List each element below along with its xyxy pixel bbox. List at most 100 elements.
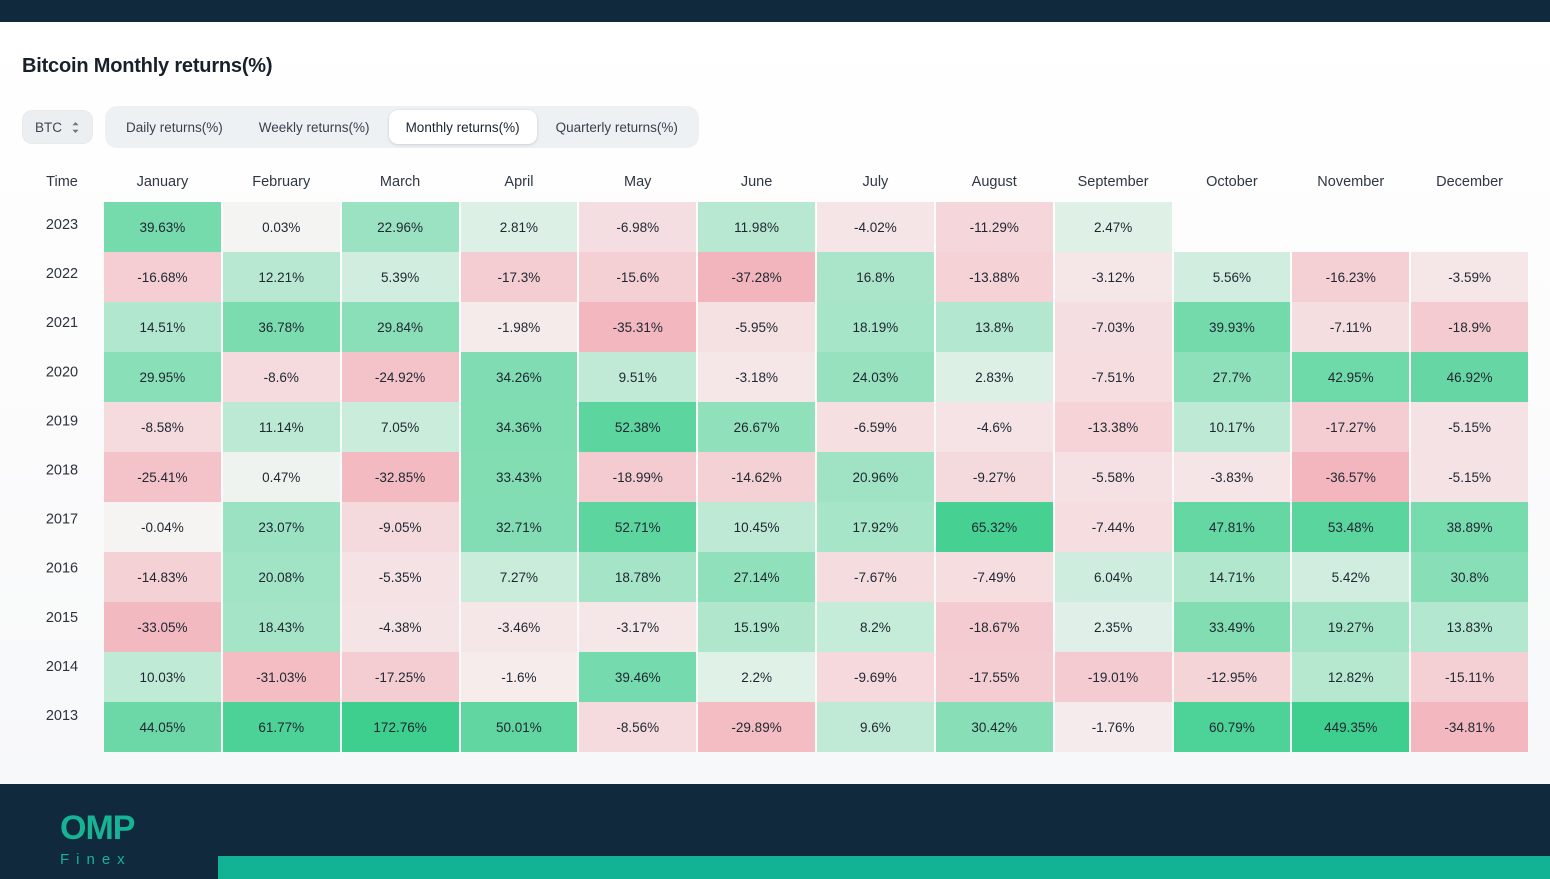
heatmap-cell: 9.6% bbox=[817, 702, 934, 752]
heatmap-cell: -12.95% bbox=[1173, 652, 1291, 702]
heatmap-cell: 11.98% bbox=[698, 202, 815, 252]
tab-quarterly-returns[interactable]: Quarterly returns(%) bbox=[539, 110, 695, 144]
heatmap-cell: 38.89% bbox=[1411, 502, 1528, 552]
heatmap-cell: 2.2% bbox=[698, 652, 815, 702]
heatmap-cell: -14.62% bbox=[698, 452, 815, 502]
brand-logo: OMP Finex bbox=[60, 809, 135, 867]
heatmap-cell: 18.78% bbox=[579, 552, 697, 602]
heatmap-header-july: July bbox=[862, 174, 889, 190]
heatmap-cell: -37.28% bbox=[698, 252, 815, 302]
heatmap-row: 2019 -8.58% 11.14% 7.05% 34.36% 52.38% 26.67% -… bbox=[22, 402, 1528, 452]
heatmap-cell: -16.68% bbox=[104, 252, 221, 302]
heatmap-row-year-label: 2015 bbox=[45, 609, 79, 626]
heatmap-cell: 0.03% bbox=[222, 202, 340, 252]
heatmap-row-year-label: 2018 bbox=[45, 462, 79, 479]
heatmap-cell: -3.18% bbox=[698, 352, 815, 402]
heatmap-cell: -1.6% bbox=[460, 652, 578, 702]
heatmap-cell: 16.8% bbox=[817, 252, 934, 302]
heatmap-row-year: 2021 bbox=[22, 302, 102, 352]
heatmap-cell: -25.41% bbox=[104, 452, 221, 502]
heatmap-cell: -5.95% bbox=[698, 302, 815, 352]
heatmap-cell: -5.15% bbox=[1411, 402, 1528, 452]
heatmap-header-november: November bbox=[1317, 174, 1385, 190]
heatmap-header-august: August bbox=[971, 174, 1017, 190]
heatmap-cell: -7.67% bbox=[817, 552, 934, 602]
heatmap-row: 2017 -0.04% 23.07% -9.05% 32.71% 52.71% 10.45%… bbox=[22, 502, 1528, 552]
heatmap-cell: -8.58% bbox=[104, 402, 221, 452]
heatmap-cell: 47.81% bbox=[1173, 502, 1291, 552]
heatmap-cell: 20.08% bbox=[222, 552, 340, 602]
heatmap-cell: -19.01% bbox=[1054, 652, 1172, 702]
heatmap-row-year: 2022 bbox=[22, 252, 102, 302]
heatmap-cell: 46.92% bbox=[1411, 352, 1528, 402]
heatmap-cell: 14.71% bbox=[1173, 552, 1291, 602]
heatmap-cell: 52.38% bbox=[579, 402, 697, 452]
heatmap-cell: 34.26% bbox=[460, 352, 578, 402]
heatmap-cell: 9.51% bbox=[579, 352, 697, 402]
heatmap-cell: 42.95% bbox=[1292, 352, 1410, 402]
tab-daily-returns[interactable]: Daily returns(%) bbox=[109, 110, 240, 144]
heatmap-cell: 27.14% bbox=[698, 552, 815, 602]
tab-weekly-returns[interactable]: Weekly returns(%) bbox=[242, 110, 387, 144]
heatmap-row-year: 2020 bbox=[22, 352, 102, 402]
heatmap-header-january: January bbox=[136, 174, 189, 190]
heatmap-cell: 2.47% bbox=[1054, 202, 1172, 252]
heatmap-cell: 29.84% bbox=[341, 302, 459, 352]
heatmap-cell: -5.35% bbox=[341, 552, 459, 602]
heatmap-cell: 50.01% bbox=[460, 702, 578, 752]
heatmap-cell: 8.2% bbox=[817, 602, 934, 652]
heatmap-cell: -3.17% bbox=[579, 602, 697, 652]
heatmap-cell: -1.76% bbox=[1054, 702, 1172, 752]
heatmap-cell bbox=[1174, 202, 1291, 252]
heatmap-cell: 23.07% bbox=[222, 502, 340, 552]
heatmap-cell: 2.35% bbox=[1054, 602, 1172, 652]
heatmap-row: 2016 -14.83% 20.08% -5.35% 7.27% 18.78% 27.14%… bbox=[22, 552, 1528, 602]
heatmap-cell: -0.04% bbox=[104, 502, 221, 552]
tab-monthly-returns[interactable]: Monthly returns(%) bbox=[388, 110, 537, 144]
heatmap-cell: -34.81% bbox=[1411, 702, 1528, 752]
heatmap-cell: -16.23% bbox=[1292, 252, 1410, 302]
returns-heatmap: Time January February March April May June July… bbox=[22, 162, 1528, 752]
heatmap-header-march: March bbox=[379, 174, 421, 190]
heatmap-cell: -5.15% bbox=[1411, 452, 1528, 502]
heatmap-cell: 44.05% bbox=[104, 702, 221, 752]
brand-logo-primary: OMP bbox=[60, 809, 135, 847]
heatmap-cell: -36.57% bbox=[1292, 452, 1410, 502]
page-content: Bitcoin Monthly returns(%) BTC Daily ret… bbox=[0, 22, 1550, 784]
heatmap-cell: 10.17% bbox=[1173, 402, 1291, 452]
heatmap-row-year-label: 2022 bbox=[45, 266, 79, 283]
heatmap-header-time: Time bbox=[46, 174, 78, 190]
heatmap-cell bbox=[1292, 202, 1409, 252]
controls-row: BTC Daily returns(%) Weekly returns(%) M… bbox=[22, 106, 699, 148]
heatmap-row-year: 2018 bbox=[22, 452, 102, 502]
heatmap-cell: 18.19% bbox=[817, 302, 934, 352]
heatmap-cell: 5.39% bbox=[341, 252, 459, 302]
heatmap-row-year-label: 2021 bbox=[45, 315, 79, 332]
heatmap-cell: 27.7% bbox=[1173, 352, 1291, 402]
returns-card: Bitcoin Monthly returns(%) BTC Daily ret… bbox=[0, 22, 1550, 784]
heatmap-cell: -1.98% bbox=[460, 302, 578, 352]
heatmap-cell: 6.04% bbox=[1054, 552, 1172, 602]
heatmap-cell: -18.99% bbox=[579, 452, 697, 502]
heatmap-cell: 5.42% bbox=[1292, 552, 1410, 602]
heatmap-cell: -31.03% bbox=[222, 652, 340, 702]
heatmap-row: 2015 -33.05% 18.43% -4.38% -3.46% -3.17% 15.19… bbox=[22, 602, 1528, 652]
footer-accent-bar bbox=[218, 856, 1550, 879]
heatmap-cell: -6.59% bbox=[817, 402, 934, 452]
heatmap-cell: -4.38% bbox=[341, 602, 459, 652]
heatmap-cell: -8.56% bbox=[579, 702, 697, 752]
heatmap-cell: 12.82% bbox=[1292, 652, 1410, 702]
heatmap-cell: -5.58% bbox=[1054, 452, 1172, 502]
heatmap-cell: -17.3% bbox=[460, 252, 578, 302]
heatmap-cell: 0.47% bbox=[222, 452, 340, 502]
symbol-selector[interactable]: BTC bbox=[22, 110, 93, 144]
chevron-up-down-icon bbox=[71, 121, 80, 134]
heatmap-row: 2021 14.51% 36.78% 29.84% -1.98% -35.31% -5.95… bbox=[22, 302, 1528, 352]
heatmap-header-february: February bbox=[252, 174, 311, 190]
heatmap-cell: 22.96% bbox=[341, 202, 459, 252]
heatmap-cell: -9.27% bbox=[935, 452, 1053, 502]
heatmap-cell: -7.03% bbox=[1054, 302, 1172, 352]
heatmap-header-april: April bbox=[504, 174, 534, 190]
heatmap-row: 2014 10.03% -31.03% -17.25% -1.6% 39.46% 2.2% -… bbox=[22, 652, 1528, 702]
heatmap-cell: -15.6% bbox=[579, 252, 697, 302]
